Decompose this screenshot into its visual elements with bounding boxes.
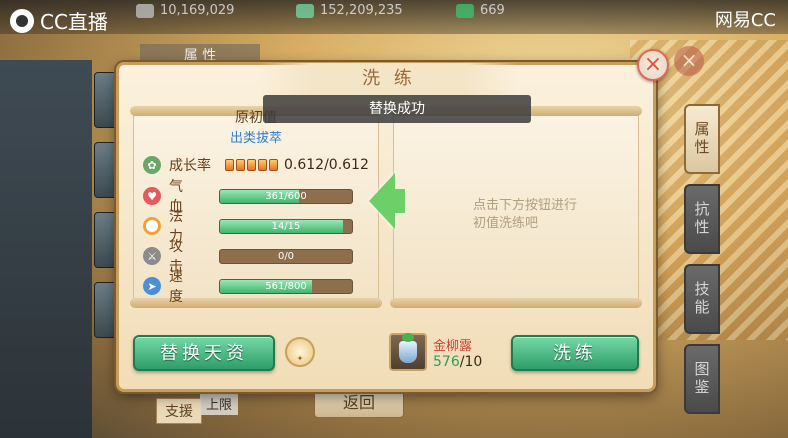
dialog-title: 洗 练 [259,63,519,95]
attack-value: 0/0 [277,250,295,262]
attack-bar: 0/0 [219,248,353,264]
mana-ring-icon [143,217,161,235]
silver-coin-icon [136,3,154,18]
item-have: 576 [433,354,460,370]
quality-label: 出类拔萃 [229,131,282,146]
wash-hint-line2: 初值洗练吧 [473,216,539,231]
growth-rate-label: 成长率 [169,158,211,174]
stat-row-speed: ➤ 速 度 561/800 [143,269,353,305]
growth-rate-row: ✿ 成长率 0.612/0.612 [143,155,369,175]
boot-icon: ➤ [143,277,161,295]
silver-resource: 10,169,029 [136,3,234,18]
stream-top-bar: CC直播 10,169,029 152,209,235 669 网易CC [0,0,788,34]
support-tag[interactable]: 支援 [156,398,202,424]
growth-pips [225,159,278,171]
arrow-left-icon [369,173,395,229]
jade-icon [456,3,474,18]
hp-bar: 361/600 [219,188,353,204]
growth-pip [269,159,278,171]
speed-value: 561/800 [265,280,307,292]
wash-hint-line1: 点击下方按钮进行 [473,198,578,213]
item-need: /10 [459,354,483,370]
speed-bar: 561/800 [219,278,353,294]
growth-pip [247,159,256,171]
item-slot[interactable] [389,333,427,371]
cc-live-logo: CC直播 [10,6,108,35]
background-left-column [0,60,92,438]
success-toast: 替换成功 [263,95,531,123]
hp-value: 361/600 [265,190,307,202]
jade-amount: 669 [480,3,505,18]
tab-attributes[interactable]: 属性 [684,104,720,174]
arrow-tail [393,189,405,213]
wash-dialog: 洗 练 × 原初值 出类拔萃 ✿ 成长率 0.612/0.612 ♥ 气 血 3… [116,49,669,392]
growth-leaf-icon: ✿ [143,156,161,174]
tab-resistance[interactable]: 抗性 [684,184,720,254]
golden-willow-vase-icon [399,333,417,363]
wash-button[interactable]: 洗练 [511,335,639,371]
replace-aptitude-button[interactable]: 替换天资 [133,335,275,371]
growth-pip [258,159,267,171]
money-resource: 152,209,235 [296,3,403,18]
tab-codex[interactable]: 图鉴 [684,344,720,414]
mp-value: 14/15 [271,220,301,232]
tab-skills[interactable]: 技能 [684,264,720,334]
wash-hint: 点击下方按钮进行 初值洗练吧 [473,197,577,233]
stat-label: 速 度 [169,269,189,305]
netease-cc-brand: 网易CC [714,10,776,31]
medal-icon[interactable]: ✦ [285,337,315,367]
heart-icon: ♥ [143,187,161,205]
limit-label: 上限 [200,392,239,415]
cc-logo-icon [10,8,34,33]
item-count: 576/10 [433,354,482,370]
stat-row-hp: ♥ 气 血 361/600 [143,179,353,215]
money-icon [296,3,314,18]
money-amount: 152,209,235 [320,3,403,18]
close-button[interactable]: × [637,49,669,81]
background-close-icon[interactable]: × [674,46,704,76]
sword-icon: ⚔ [143,247,161,265]
jade-resource: 669 [456,3,505,18]
growth-rate-value: 0.612/0.612 [284,157,369,173]
mp-bar: 14/15 [219,218,353,234]
back-button[interactable]: 返回 [314,388,404,418]
growth-pip [236,159,245,171]
silver-amount: 10,169,029 [160,3,235,18]
item-name: 金柳露 [433,339,473,354]
stat-row-attack: ⚔ 攻 击 0/0 [143,239,353,275]
cc-live-label: CC直播 [40,10,108,34]
growth-pip [225,159,234,171]
stat-row-mp: 法 力 14/15 [143,209,353,245]
